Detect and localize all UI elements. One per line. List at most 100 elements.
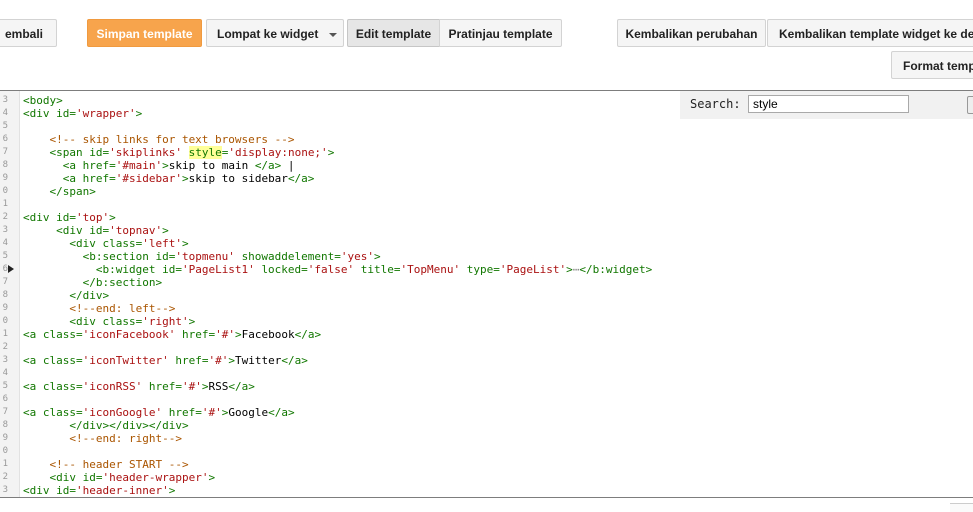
code-token: type= xyxy=(466,263,500,276)
line-number: 3 xyxy=(2,355,8,365)
code-token: > xyxy=(168,484,176,497)
line-number: 4 xyxy=(2,368,8,378)
revert-widget-templates-button[interactable]: Kembalikan template widget ke def xyxy=(767,19,973,47)
code-editor[interactable]: 3456789012345678901234567890123 <body> <d… xyxy=(0,90,973,498)
code-token: 'left' xyxy=(142,237,182,250)
code-token: <span xyxy=(23,146,90,159)
code-token: > xyxy=(162,224,169,237)
code-line: <body> xyxy=(23,94,652,107)
code-line: </b:section> xyxy=(23,276,652,289)
code-token: <a xyxy=(23,159,83,172)
code-token: <body> xyxy=(23,94,63,107)
search-bar: Search: xyxy=(680,91,973,119)
code-token: > xyxy=(374,250,381,263)
code-line: <div id='header-wrapper'> xyxy=(23,471,652,484)
code-token: href= xyxy=(175,354,209,367)
code-line: <a href='#sidebar'>skip to sidebar</a> xyxy=(23,172,652,185)
search-next-button[interactable] xyxy=(967,96,973,114)
line-number: 3 xyxy=(2,485,8,495)
code-token: 'yes' xyxy=(340,250,375,263)
line-number: 8 xyxy=(2,420,8,430)
code-line: <span id='skiplinks' style='display:none… xyxy=(23,146,652,159)
code-token: title= xyxy=(360,263,401,276)
code-token: class= xyxy=(42,354,83,367)
code-token: 'display:none;' xyxy=(228,146,328,159)
code-token: 'iconRSS' xyxy=(82,380,149,393)
code-token: href= xyxy=(168,406,202,419)
edit-template-tab[interactable]: Edit template xyxy=(347,19,440,47)
line-number: 5 xyxy=(2,381,8,391)
line-number: 6 xyxy=(2,134,8,144)
code-token: class= xyxy=(102,315,143,328)
code-token: RSS xyxy=(208,380,229,393)
format-template-button[interactable]: Format temp xyxy=(891,51,973,79)
line-number: 9 xyxy=(2,433,8,443)
code-token: <b:section xyxy=(23,250,156,263)
code-token: </a> xyxy=(268,406,295,419)
code-line: <!--end: right--> xyxy=(23,432,652,445)
code-token: <a xyxy=(23,172,83,185)
code-token: > xyxy=(566,263,573,276)
code-token: class= xyxy=(102,237,143,250)
code-token: showaddelement= xyxy=(241,250,341,263)
code-token: href= xyxy=(82,172,116,185)
preview-template-tab[interactable]: Pratinjau template xyxy=(439,19,562,47)
code-token: <div xyxy=(23,237,103,250)
line-number: 5 xyxy=(2,251,8,261)
code-token: <!-- skip links for text browsers --> xyxy=(23,133,295,146)
code-line: <a class='iconRSS' href='#'>RSS</a> xyxy=(23,380,652,393)
code-token: <a xyxy=(23,328,43,341)
line-number: 2 xyxy=(2,342,8,352)
code-token: id= xyxy=(56,211,76,224)
revert-changes-button[interactable]: Kembalikan perubahan xyxy=(617,19,766,47)
code-line: <div id='header-inner'> xyxy=(23,484,652,497)
line-number: 7 xyxy=(2,407,8,417)
line-number: 1 xyxy=(2,459,8,469)
code-token: 'false' xyxy=(307,263,361,276)
code-token: '#' xyxy=(208,354,229,367)
line-number: 2 xyxy=(2,212,8,222)
code-token: </div> xyxy=(23,289,110,302)
code-token: '#' xyxy=(201,406,222,419)
code-token: </div></div></div> xyxy=(23,419,189,432)
code-token: <a xyxy=(23,406,43,419)
code-line: <div id='topnav'> xyxy=(23,224,652,237)
code-token: > xyxy=(109,211,116,224)
code-token: 'TopMenu' xyxy=(400,263,467,276)
back-button[interactable]: embali xyxy=(0,19,57,47)
code-token: 'skiplinks' xyxy=(109,146,189,159)
search-input[interactable] xyxy=(748,95,909,113)
save-template-button[interactable]: Simpan template xyxy=(87,19,202,47)
code-token: > xyxy=(162,159,169,172)
line-number: 1 xyxy=(2,199,8,209)
code-token: </b:widget> xyxy=(579,263,653,276)
line-number: 8 xyxy=(2,160,8,170)
code-token: 'wrapper' xyxy=(76,107,136,120)
line-number: 6 xyxy=(2,264,8,274)
code-line: <a class='iconTwitter' href='#'>Twitter<… xyxy=(23,354,652,367)
code-token: id= xyxy=(56,107,76,120)
code-token: <a xyxy=(23,380,43,393)
code-token: <div xyxy=(23,484,57,497)
code-area[interactable]: <body> <div id='wrapper'> <!-- skip links… xyxy=(23,94,652,497)
code-token: id= xyxy=(89,224,110,237)
code-token: </span> xyxy=(23,185,96,198)
code-token: > xyxy=(327,146,335,159)
code-token: id= xyxy=(155,250,176,263)
code-token: Facebook xyxy=(241,328,295,341)
code-token: > xyxy=(135,107,143,120)
line-number: 3 xyxy=(2,95,8,105)
line-number: 2 xyxy=(2,472,8,482)
line-number: 9 xyxy=(2,173,8,183)
code-token: <div xyxy=(23,107,57,120)
code-line: <a class='iconFacebook' href='#'>Faceboo… xyxy=(23,328,652,341)
code-line: </span> xyxy=(23,185,652,198)
jump-to-widget-dropdown[interactable]: Lompat ke widget xyxy=(206,19,344,47)
code-token: class= xyxy=(42,328,83,341)
code-token: Google xyxy=(228,406,269,419)
code-token: > xyxy=(234,328,242,341)
code-token: </a> xyxy=(254,159,282,172)
